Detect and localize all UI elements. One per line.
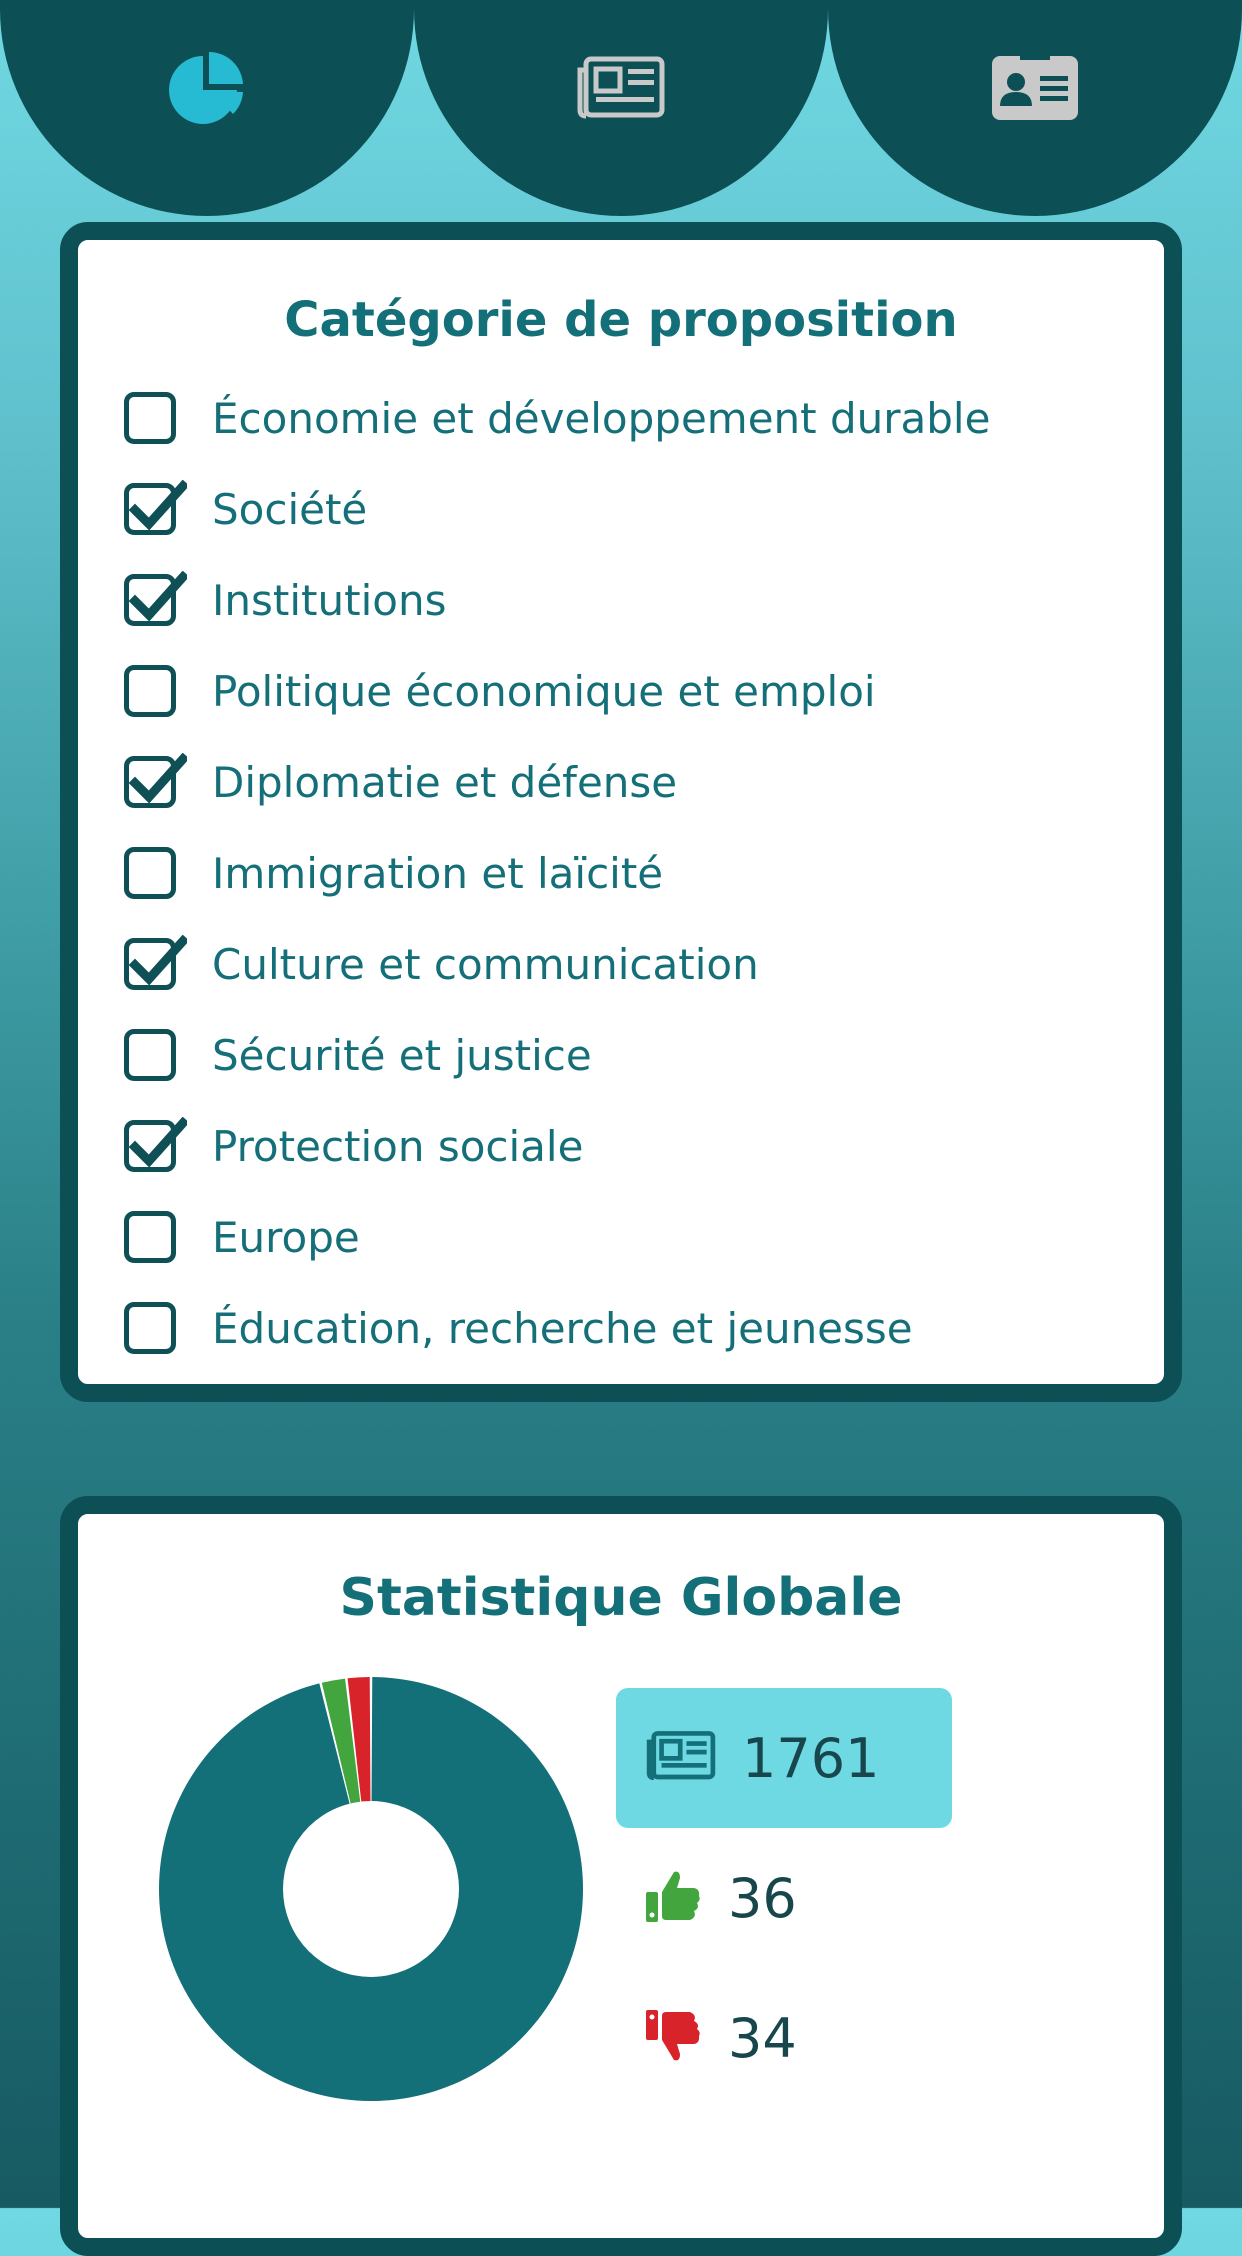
newspaper-icon [646, 1731, 716, 1785]
category-option-label: Économie et développement durable [212, 393, 991, 443]
checkbox-checked[interactable] [124, 571, 187, 626]
category-option[interactable]: Protection sociale [124, 1114, 583, 1178]
tab-profile[interactable] [828, 0, 1242, 216]
category-option[interactable]: Éducation, recherche et jeunesse [124, 1296, 913, 1360]
category-option-label: Éducation, recherche et jeunesse [212, 1303, 913, 1353]
category-option-label: Institutions [212, 575, 447, 625]
checkbox-unchecked[interactable] [124, 392, 176, 444]
category-option-label: Europe [212, 1212, 360, 1262]
checkbox-checked[interactable] [124, 935, 187, 990]
category-option[interactable]: Diplomatie et défense [124, 750, 677, 814]
newspaper-icon [576, 56, 666, 124]
checkbox-unchecked[interactable] [124, 1211, 176, 1263]
category-card: Catégorie de proposition Économie et dév… [60, 222, 1182, 1402]
category-option[interactable]: Culture et communication [124, 932, 759, 996]
tab-propositions[interactable] [414, 0, 828, 216]
dislikes-stat: 34 [644, 1998, 797, 2078]
checkmark-icon [128, 753, 187, 804]
donut-chart [159, 1677, 583, 2101]
category-option[interactable]: Politique économique et emploi [124, 659, 876, 723]
checkbox-checked[interactable] [124, 1117, 187, 1172]
likes-count: 36 [728, 1866, 797, 1930]
category-option[interactable]: Société [124, 477, 367, 541]
category-option-label: Politique économique et emploi [212, 666, 876, 716]
category-option[interactable]: Économie et développement durable [124, 386, 990, 450]
tab-statistics[interactable] [0, 0, 414, 216]
category-option[interactable]: Sécurité et justice [124, 1023, 592, 1087]
category-option-label: Protection sociale [212, 1121, 584, 1171]
category-option-label: Immigration et laïcité [212, 848, 664, 898]
category-option[interactable]: Immigration et laïcité [124, 841, 663, 905]
pie-chart-icon [167, 48, 247, 132]
category-title: Catégorie de proposition [284, 292, 958, 348]
category-option[interactable]: Institutions [124, 568, 446, 632]
checkmark-icon [128, 571, 187, 622]
dislikes-count: 34 [728, 2006, 797, 2070]
category-option-label: Sécurité et justice [212, 1030, 592, 1080]
checkmark-icon [128, 1117, 187, 1168]
propositions-stat: 1761 [616, 1688, 952, 1828]
category-option-label: Société [212, 484, 368, 534]
likes-stat: 36 [644, 1858, 797, 1938]
donut-hole [283, 1801, 459, 1977]
category-option-label: Culture et communication [212, 939, 759, 989]
id-card-icon [990, 54, 1080, 126]
checkbox-unchecked[interactable] [124, 665, 176, 717]
checkmark-icon [128, 935, 187, 986]
propositions-count: 1761 [742, 1726, 880, 1790]
statistics-card: Statistique Globale 1761 36 34 [60, 1496, 1182, 2256]
category-option[interactable]: Europe [124, 1205, 360, 1269]
checkbox-checked[interactable] [124, 480, 187, 535]
category-option-label: Diplomatie et défense [212, 757, 678, 807]
thumbs-down-icon [644, 2008, 702, 2068]
statistics-title: Statistique Globale [339, 1568, 903, 1628]
top-navigation [0, 0, 1242, 216]
checkbox-unchecked[interactable] [124, 1302, 176, 1354]
checkbox-unchecked[interactable] [124, 847, 176, 899]
checkbox-unchecked[interactable] [124, 1029, 176, 1081]
thumbs-up-icon [644, 1868, 702, 1928]
checkbox-checked[interactable] [124, 753, 187, 808]
checkmark-icon [128, 480, 187, 531]
